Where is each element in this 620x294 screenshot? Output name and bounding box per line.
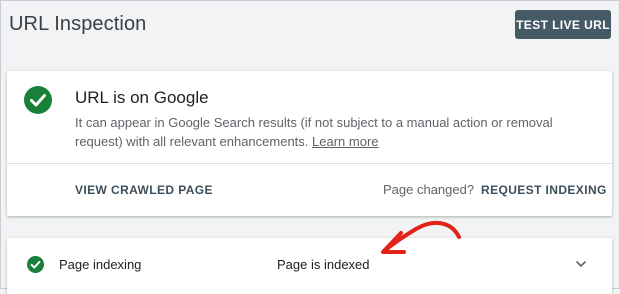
status-card: URL is on Google It can appear in Google… [7,71,612,216]
page-indexing-label: Page indexing [59,257,142,272]
page-changed-label: Page changed? [383,182,475,197]
card-divider [7,163,612,164]
page-indexing-status: Page is indexed [277,257,370,272]
page-indexing-row[interactable]: Page indexing Page is indexed [7,238,612,294]
chevron-down-icon[interactable] [575,258,587,270]
view-crawled-page-button[interactable]: VIEW CRAWLED PAGE [75,183,213,197]
page-title: URL Inspection [9,13,147,35]
status-title: URL is on Google [75,88,209,107]
check-circle-icon [24,86,52,114]
learn-more-link[interactable]: Learn more [312,134,378,149]
status-description: It can appear in Google Search results (… [75,113,575,151]
app-frame: URL Inspection TEST LIVE URL URL is on G… [0,0,620,294]
request-indexing-button[interactable]: REQUEST INDEXING [481,183,607,197]
test-live-url-button[interactable]: TEST LIVE URL [515,10,611,39]
check-circle-icon [27,256,44,273]
